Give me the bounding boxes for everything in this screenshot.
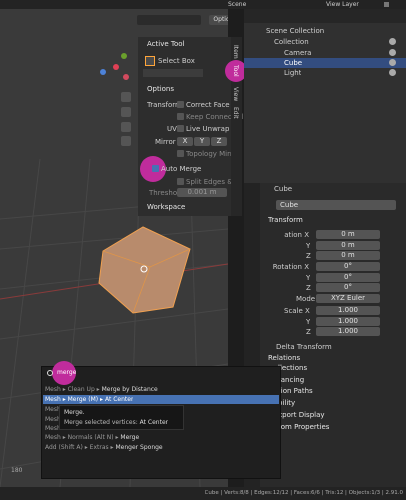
location-x-label: Location X xyxy=(284,231,309,239)
outliner-header xyxy=(244,9,406,23)
tab-edit[interactable]: Edit xyxy=(232,107,239,119)
select-box-icon[interactable] xyxy=(145,56,155,66)
rotation-y-field[interactable]: 0° xyxy=(316,273,380,282)
search-result[interactable]: Add (Shift A) ▸ Extras ▸ Menger Sponge xyxy=(45,444,163,451)
outliner-item-camera[interactable]: Camera xyxy=(284,49,311,57)
scene-selector[interactable]: Scene xyxy=(228,1,246,8)
search-input[interactable]: merge xyxy=(57,369,76,376)
outliner-item-scene-collection[interactable]: Scene Collection xyxy=(266,27,324,35)
zoom-icon[interactable] xyxy=(121,92,131,102)
scale-x-field[interactable]: 1.000 xyxy=(316,306,380,315)
sidebar-tabs: Item Tool View Edit xyxy=(225,37,247,216)
visibility-eye-icon[interactable] xyxy=(389,69,396,76)
options-menu[interactable]: Options xyxy=(209,15,228,25)
viewport-header-icons[interactable] xyxy=(137,15,201,25)
keep-connected-checkbox[interactable] xyxy=(177,113,184,120)
tooltip-description: Merge selected vertices: At Center xyxy=(64,419,169,426)
options-header[interactable]: Options xyxy=(147,85,174,93)
outliner-item-light[interactable]: Light xyxy=(284,69,301,77)
viewport-display-header[interactable]: xport Display xyxy=(278,411,325,419)
transform-header[interactable]: Transform xyxy=(268,216,303,224)
topology-mirror-checkbox[interactable] xyxy=(177,150,184,157)
correct-face-checkbox[interactable] xyxy=(177,101,184,108)
rotation-mode-select[interactable]: XYZ Euler xyxy=(316,294,380,303)
tool-name: Select Box xyxy=(158,57,195,65)
active-tool-header[interactable]: Active Tool xyxy=(147,40,184,48)
mirror-x-toggle[interactable]: X xyxy=(177,137,193,146)
scale-z-label: Z xyxy=(306,328,311,336)
search-result[interactable]: Mesh ▸ Clean Up ▸ Merge by Distance xyxy=(45,386,158,393)
live-unwrap-checkbox[interactable] xyxy=(177,125,184,132)
outliner-selected-row xyxy=(244,58,406,68)
custom-properties-header[interactable]: tom Properties xyxy=(278,423,329,431)
rotation-z-label: Z xyxy=(306,284,311,292)
motion-paths-header[interactable]: tion Paths xyxy=(278,387,313,395)
visibility-eye-icon[interactable] xyxy=(389,49,396,56)
location-z-field[interactable]: 0 m xyxy=(316,251,380,260)
delta-transform-header[interactable]: Delta Transform xyxy=(276,343,332,351)
pan-hand-icon[interactable] xyxy=(121,107,131,117)
location-x-field[interactable]: 0 m xyxy=(316,230,380,239)
object-name-field[interactable]: Cube xyxy=(276,200,396,210)
rotation-x-field[interactable]: 0° xyxy=(316,262,380,271)
location-z-label: Z xyxy=(306,252,311,260)
outliner: Scene Collection Collection Camera Cube … xyxy=(244,9,406,183)
split-edges-checkbox[interactable] xyxy=(177,178,184,185)
collections-header[interactable]: llections xyxy=(278,364,307,372)
tab-view[interactable]: View xyxy=(232,87,239,101)
rotation-y-label: Y xyxy=(306,274,311,282)
auto-merge-label: Auto Merge xyxy=(161,165,202,173)
location-y-label: Y xyxy=(306,242,311,250)
scale-y-field[interactable]: 1.000 xyxy=(316,317,380,326)
rotation-z-field[interactable]: 0° xyxy=(316,283,380,292)
status-text: Cube | Verts:8/8 | Edges:12/12 | Faces:6… xyxy=(204,490,403,496)
camera-view-icon[interactable] xyxy=(121,122,131,132)
search-menu: merge Mesh ▸ Clean Up ▸ Merge by Distanc… xyxy=(41,361,281,479)
scale-x-label: Scale X xyxy=(284,307,310,315)
top-bar: Scene View Layer xyxy=(0,0,406,9)
outliner-item-cube[interactable]: Cube xyxy=(284,59,302,67)
workspace-header[interactable]: Workspace xyxy=(147,203,185,211)
correct-face-label: Correct Face Att... xyxy=(186,101,231,109)
grid-view-icon[interactable] xyxy=(121,136,131,146)
search-result[interactable]: Mesh ▸ Normals (Alt N) ▸ Merge xyxy=(45,434,139,441)
properties-object-header: Cube xyxy=(274,185,293,193)
visibility-eye-icon[interactable] xyxy=(389,59,396,66)
scale-z-field[interactable]: 1.000 xyxy=(316,327,380,336)
tooltip: Merge. Merge selected vertices: At Cente… xyxy=(59,405,184,430)
tool-settings-panel: Active Tool Select Box Options Transform… xyxy=(138,37,243,216)
tab-item[interactable]: Item xyxy=(232,45,239,59)
rotation-x-label: Rotation X xyxy=(272,263,309,271)
ruler-number: 180 xyxy=(11,467,23,474)
location-y-field[interactable]: 0 m xyxy=(316,241,380,250)
status-bar: Cube | Verts:8/8 | Edges:12/12 | Faces:6… xyxy=(0,487,406,500)
navigation-gizmo[interactable] xyxy=(97,49,133,85)
view-layer-selector[interactable]: View Layer xyxy=(326,1,359,8)
live-unwrap-label: Live Unwrap xyxy=(186,125,230,133)
search-result-selected-text: Mesh ▸ Merge (M) ▸ At Center xyxy=(45,396,134,403)
relations-header[interactable]: Relations xyxy=(268,354,300,362)
mirror-y-toggle[interactable]: Y xyxy=(194,137,210,146)
close-icon[interactable] xyxy=(384,2,389,7)
visibility-eye-icon[interactable] xyxy=(389,38,396,45)
cube-object[interactable] xyxy=(95,223,195,315)
outliner-item-collection[interactable]: Collection xyxy=(274,38,309,46)
mirror-z-toggle[interactable]: Z xyxy=(211,137,227,146)
tooltip-title: Merge. xyxy=(64,409,85,416)
search-icon xyxy=(47,370,53,376)
tab-tool[interactable]: Tool xyxy=(232,65,239,77)
auto-merge-checkbox[interactable] xyxy=(152,165,159,172)
mirror-label: Mirror xyxy=(155,138,176,146)
mode-label: Mode xyxy=(296,295,316,303)
scale-y-label: Y xyxy=(306,318,311,326)
instancing-header[interactable]: tancing xyxy=(278,376,304,384)
threshold-field[interactable]: 0.001 m xyxy=(177,188,227,197)
select-mode-icons[interactable] xyxy=(143,69,203,77)
split-edges-label: Split Edges & Fa... xyxy=(186,178,231,186)
